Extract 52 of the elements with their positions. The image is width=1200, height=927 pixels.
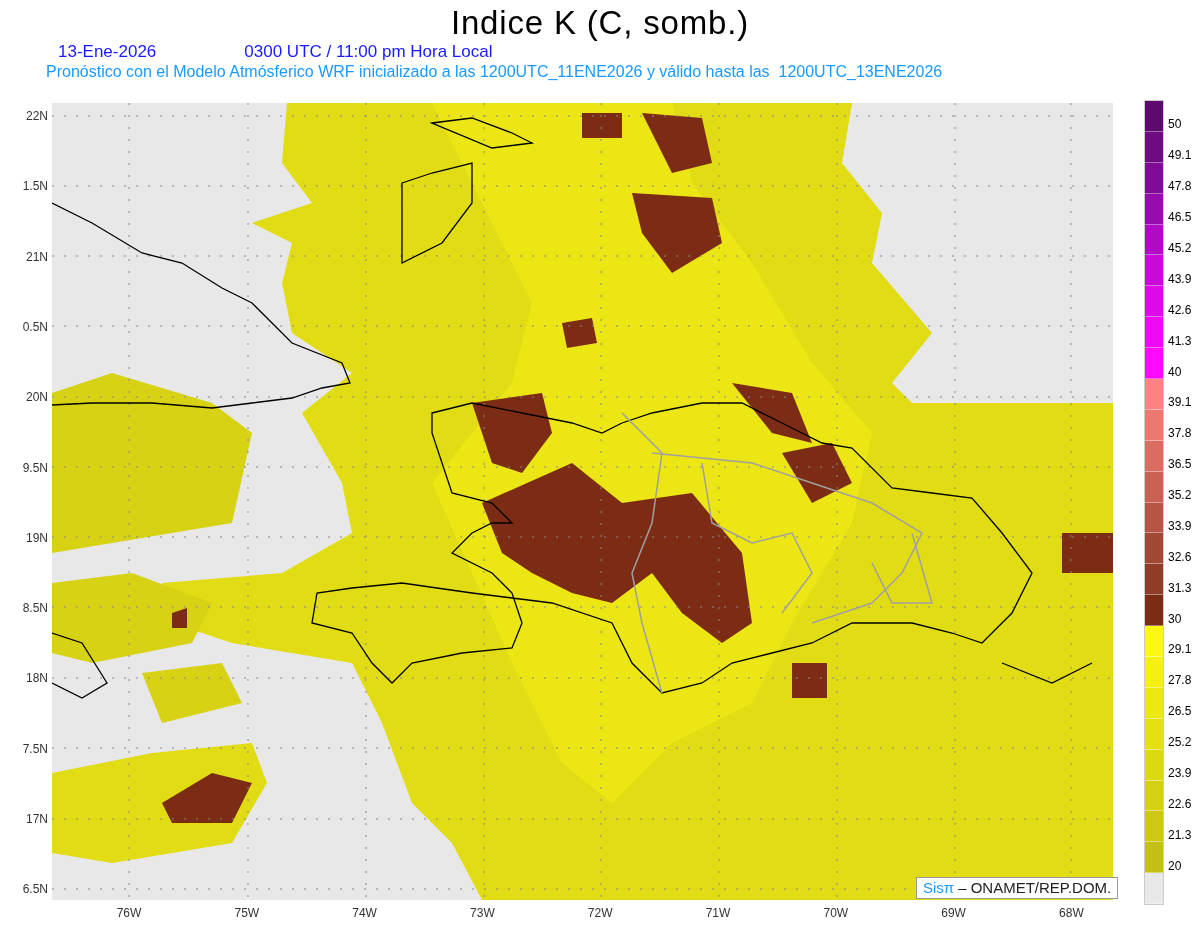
colorbar-label: 45.2	[1168, 240, 1192, 255]
colorbar-label: 39.1	[1168, 395, 1192, 410]
colorbar-label: 22.6	[1168, 796, 1192, 811]
colorbar-label: 42.6	[1168, 302, 1192, 317]
credit-text: – ONAMET/REP.DOM.	[958, 879, 1112, 897]
latitude-label: 6.5N	[21, 882, 48, 897]
colorbar-label: 32.6	[1168, 549, 1192, 564]
latitude-label: 19N	[25, 530, 48, 545]
chart-title: Indice K (C, somb.)	[450, 4, 750, 42]
longitude-label: 73W	[469, 906, 496, 920]
longitude-label: 69W	[940, 906, 967, 920]
colorbar-label: 37.8	[1168, 426, 1192, 441]
forecast-date: 13-Ene-2026	[58, 42, 157, 62]
colorbar-label: 33.9	[1168, 518, 1192, 533]
colorbar-label: 49.1	[1168, 148, 1192, 163]
longitude-label: 68W	[1058, 906, 1085, 920]
colorbar-label: 23.9	[1168, 766, 1192, 780]
colorbar-label: 43.9	[1168, 271, 1192, 286]
longitude-label: 70W	[822, 906, 850, 920]
colorbar-label: 25.2	[1168, 735, 1192, 750]
latitude-label: 17N	[25, 812, 48, 826]
colorbar-label: 41.3	[1168, 333, 1192, 348]
colorbar-label: 47.8	[1168, 179, 1192, 194]
colorbar-label: 30	[1168, 611, 1182, 626]
logo-text: Sisπ	[923, 879, 955, 897]
colorbar-label: 40	[1168, 364, 1182, 379]
colorbar-label: 35.2	[1168, 488, 1192, 503]
colorbar-label: 29.1	[1168, 642, 1192, 657]
latitude-label: 0.5N	[21, 319, 48, 334]
colorbar-label: 20	[1168, 858, 1182, 873]
latitude-label: 22N	[25, 109, 48, 123]
latitude-label: 18N	[25, 671, 48, 686]
colorbar-label: 36.5	[1168, 457, 1192, 472]
longitude-label: 75W	[233, 906, 261, 920]
latitude-label: 9.5N	[21, 460, 48, 475]
latitude-label: 7.5N	[21, 741, 48, 756]
latitude-label: 8.5N	[21, 601, 48, 616]
longitude-label: 76W	[115, 906, 143, 920]
longitude-label: 74W	[351, 906, 378, 920]
forecast-subtitle: Pronóstico con el Modelo Atmósferico WRF inicializado a las 1200UTC_11ENE2026 y válido hasta las 1200UTC_13ENE2026	[46, 63, 943, 80]
colorbar-label: 27.8	[1168, 673, 1192, 688]
colorbar-label: 31.3	[1168, 580, 1192, 595]
latitude-label: 20N	[25, 390, 48, 405]
colorbar-label: 21.3	[1168, 827, 1192, 842]
latitude-label: 21N	[25, 249, 48, 264]
colorbar-label: 46.5	[1168, 210, 1192, 225]
longitude-label: 72W	[586, 906, 614, 920]
longitude-label: 71W	[704, 906, 732, 920]
colorbar-label: 50	[1168, 117, 1182, 132]
colorbar-label: 26.5	[1168, 704, 1192, 719]
forecast-time: 0300 UTC / 11:00 pm Hora Local	[244, 42, 493, 62]
latitude-label: 1.5N	[21, 179, 48, 194]
